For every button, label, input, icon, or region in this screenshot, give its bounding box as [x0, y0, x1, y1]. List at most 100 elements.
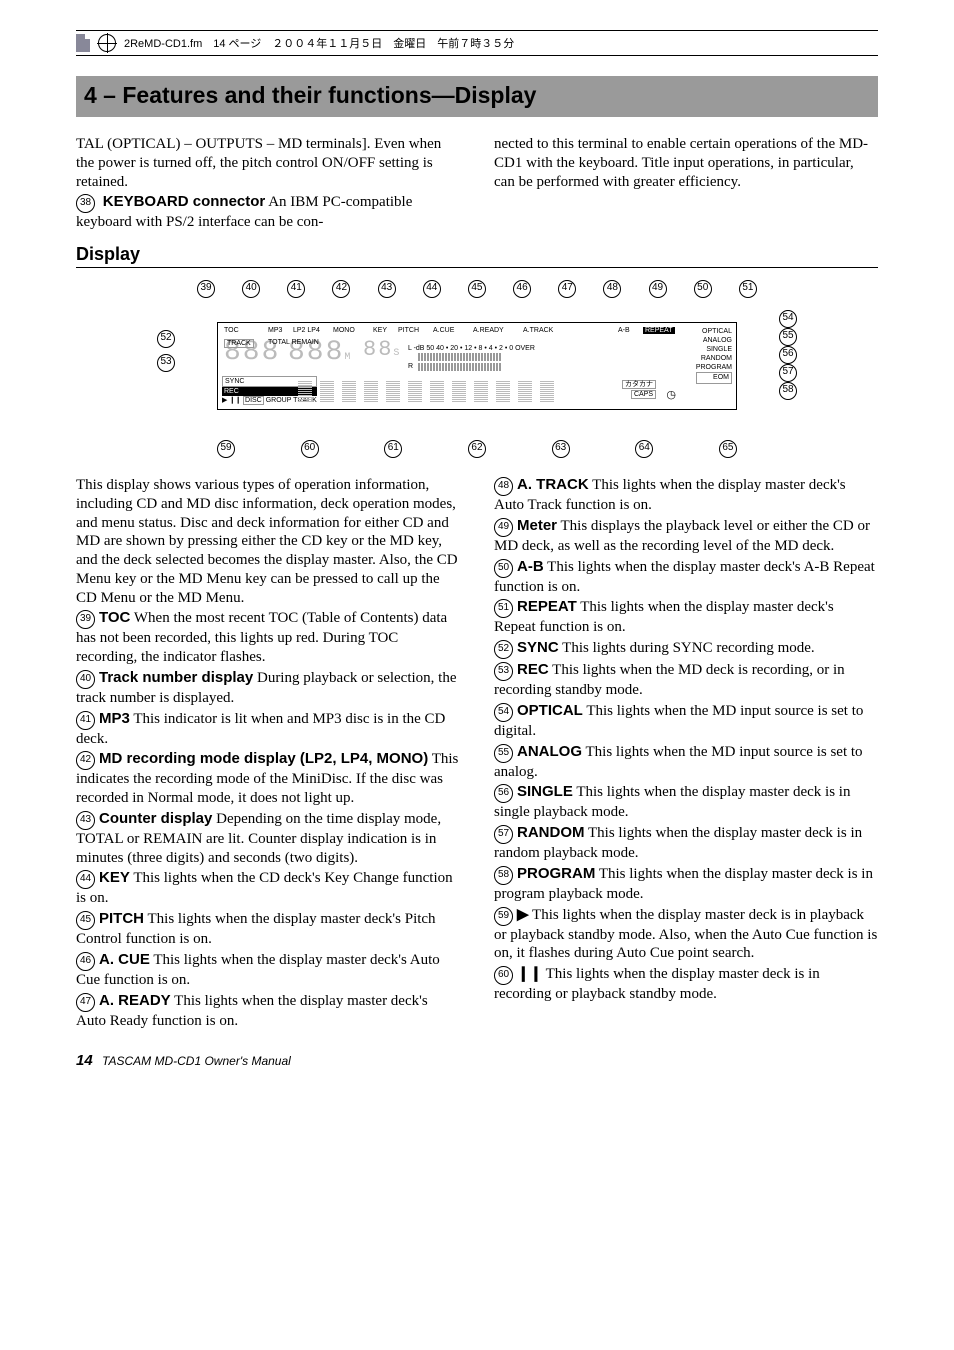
item-54: 54OPTICAL This lights when the MD input …	[494, 702, 878, 741]
callout: 40	[242, 280, 260, 298]
intro-paragraph-1: TAL (OPTICAL) – OUTPUTS – MD terminals].…	[76, 135, 460, 191]
item-text: This lights when the display master deck…	[494, 559, 875, 595]
item-label: A-B	[517, 558, 544, 575]
item-number: 44	[76, 870, 95, 889]
item-label: PROGRAM	[517, 865, 595, 882]
body-intro: This display shows various types of oper…	[76, 476, 460, 607]
item-number: 40	[76, 670, 95, 689]
item-number: 53	[494, 662, 513, 681]
item-number: 57	[494, 825, 513, 844]
callout: 61	[384, 440, 402, 458]
label-ab: A-B	[618, 327, 630, 334]
diagram-bottom-callouts: 59 60 61 62 63 64 65	[157, 440, 797, 458]
file-info-strip: 2ReMD-CD1.fm 14 ページ ２００４年１１月５日 金曜日 午前７時３…	[76, 30, 878, 56]
callout: 52	[157, 330, 175, 348]
meter-scale-text: L -dB 50 40 • 20 • 12 • 8 • 4 • 2 • 0 OV…	[408, 345, 535, 352]
item-number: 60	[494, 966, 513, 985]
registration-mark-icon	[98, 34, 116, 52]
item-55: 55ANALOG This lights when the MD input s…	[494, 743, 878, 782]
item-number: 56	[494, 784, 513, 803]
diagram-panel: TOC MP3 LP2 LP4 MONO KEY PITCH A.CUE A.R…	[217, 322, 737, 410]
label-group: GROUP	[266, 397, 292, 404]
item-56: 56SINGLE This lights when the display ma…	[494, 783, 878, 822]
item-42: 42MD recording mode display (LP2, LP4, M…	[76, 750, 460, 808]
item-number: 59	[494, 907, 513, 926]
item-label: ❙❙	[517, 965, 542, 982]
callout: 58	[779, 382, 797, 400]
item-text: This lights when the CD deck's Key Chang…	[76, 870, 453, 906]
callout: 54	[779, 310, 797, 328]
item-label: MD recording mode display (LP2, LP4, MON…	[99, 750, 428, 767]
diagram-top-callouts: 39 40 41 42 43 44 45 46 47 48 49 50 51	[157, 280, 797, 298]
item-label: REC	[517, 661, 549, 678]
callout: 46	[513, 280, 531, 298]
item-44: 44KEY This lights when the CD deck's Key…	[76, 869, 460, 908]
intro-columns: TAL (OPTICAL) – OUTPUTS – MD terminals].…	[76, 135, 878, 232]
item-40: 40Track number display During playback o…	[76, 669, 460, 708]
clock-icon: ◷	[666, 390, 676, 401]
body-columns: This display shows various types of oper…	[76, 476, 878, 1030]
label-toc: TOC	[224, 327, 239, 334]
item-41: 41MP3 This indicator is lit when and MP3…	[76, 710, 460, 749]
item-label: TOC	[99, 609, 130, 626]
callout: 57	[779, 364, 797, 382]
item-number: 58	[494, 866, 513, 885]
item-number: 47	[76, 993, 95, 1012]
callout: 53	[157, 354, 175, 372]
item-45: 45PITCH This lights when the display mas…	[76, 910, 460, 949]
label-atrack: A.TRACK	[523, 327, 553, 334]
item-text: When the most recent TOC (Table of Conte…	[76, 610, 447, 665]
label-optical: OPTICAL	[696, 327, 732, 336]
item-label: SINGLE	[517, 783, 573, 800]
label-key: KEY	[373, 327, 387, 334]
item-48: 48A. TRACK This lights when the display …	[494, 476, 878, 515]
callout: 41	[287, 280, 305, 298]
item-label: KEY	[99, 869, 130, 886]
item-label: ANALOG	[517, 743, 582, 760]
item-text: This lights when the display master deck…	[494, 966, 820, 1002]
label-kana: カタカナ	[622, 380, 656, 389]
label-total-remain: TOTAL REMAIN	[268, 339, 319, 346]
page-number: 14	[76, 1052, 93, 1069]
item-58: 58PROGRAM This lights when the display m…	[494, 865, 878, 904]
item-label: Track number display	[99, 669, 253, 686]
item-label-38: KEYBOARD connector	[103, 193, 266, 210]
item-number: 52	[494, 640, 513, 659]
label-repeat: REPEAT	[643, 327, 675, 334]
label-single: SINGLE	[696, 345, 732, 354]
callout: 56	[779, 346, 797, 364]
callout: 55	[779, 328, 797, 346]
label-track: TRACK	[224, 339, 254, 348]
item-60: 60❙❙ This lights when the display master…	[494, 965, 878, 1004]
label-aready: A.READY	[473, 327, 504, 334]
item-label: REPEAT	[517, 598, 577, 615]
intro-paragraph-2: nected to this terminal to enable certai…	[494, 135, 878, 191]
item-46: 46A. CUE This lights when the display ma…	[76, 951, 460, 990]
item-label: SYNC	[517, 639, 559, 656]
item-label: A. READY	[99, 992, 171, 1009]
item-53: 53REC This lights when the MD deck is re…	[494, 661, 878, 700]
item-label: ▶	[517, 906, 529, 923]
callout: 42	[332, 280, 350, 298]
callout: 48	[603, 280, 621, 298]
label-pitch: PITCH	[398, 327, 419, 334]
item-51: 51REPEAT This lights when the display ma…	[494, 598, 878, 637]
item-52: 52SYNC This lights during SYNC recording…	[494, 639, 878, 659]
item-number: 43	[76, 811, 95, 830]
item-number: 39	[76, 610, 95, 629]
item-number-38: 38	[76, 194, 95, 213]
label-caps: CAPS	[631, 390, 656, 399]
item-label: OPTICAL	[517, 702, 583, 719]
callout: 64	[635, 440, 653, 458]
item-number: 51	[494, 599, 513, 618]
item-text: This lights during SYNC recording mode.	[562, 640, 814, 656]
callout: 51	[739, 280, 757, 298]
item-number: 42	[76, 751, 95, 770]
item-43: 43Counter display Depending on the time …	[76, 810, 460, 868]
callout: 44	[423, 280, 441, 298]
label-random: RANDOM	[696, 354, 732, 363]
callout: 50	[694, 280, 712, 298]
label-analog: ANALOG	[696, 336, 732, 345]
label-program: PROGRAM	[696, 363, 732, 372]
item-number: 55	[494, 744, 513, 763]
